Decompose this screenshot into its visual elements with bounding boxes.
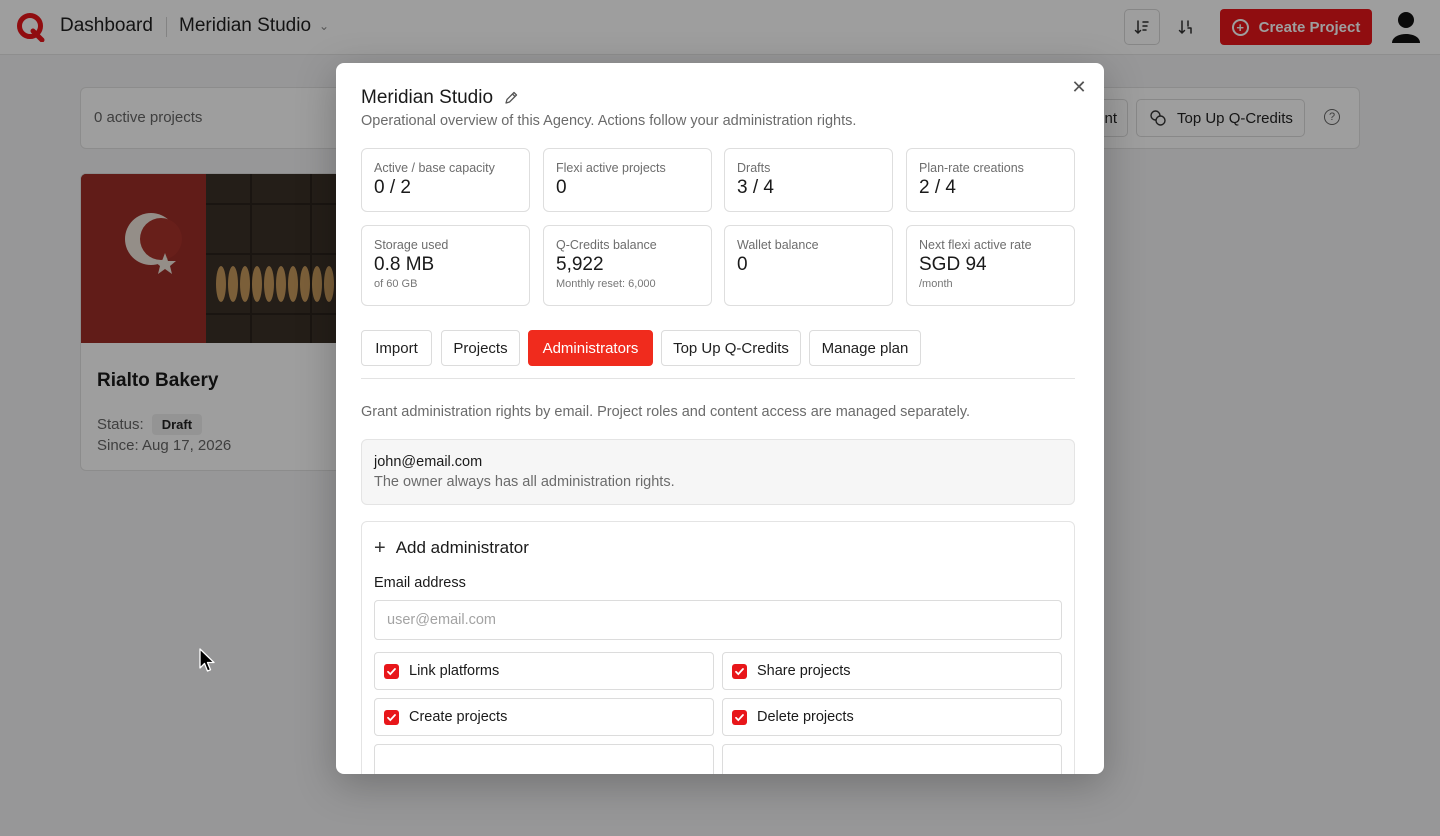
- stat-card-storage: Storage used 0.8 MB of 60 GB: [361, 225, 530, 306]
- checkbox-checked-icon[interactable]: [732, 663, 747, 679]
- stat-card-flexi-rate: Next flexi active rate SGD 94 /month: [906, 225, 1075, 306]
- stat-card-flexi-active: Flexi active projects 0: [543, 148, 712, 212]
- stat-card-q-credits: Q-Credits balance 5,922 Monthly reset: 6…: [543, 225, 712, 306]
- stat-label: Drafts: [737, 161, 771, 175]
- permission-label: Share projects: [757, 663, 851, 679]
- modal-title: Meridian Studio: [361, 87, 519, 109]
- permission-create-projects[interactable]: Create projects: [374, 698, 714, 736]
- permission-row-partial[interactable]: [374, 744, 714, 774]
- stat-note: Monthly reset: 6,000: [556, 278, 656, 290]
- owner-note: The owner always has all administration …: [374, 474, 675, 490]
- tab-manage-plan[interactable]: Manage plan: [809, 330, 921, 366]
- stat-value: 0 / 2: [374, 177, 411, 198]
- add-administrator-label: Add administrator: [395, 538, 529, 557]
- stat-value: 0: [556, 177, 567, 198]
- close-icon[interactable]: ✕: [1070, 78, 1088, 96]
- tab-divider: [361, 378, 1075, 379]
- email-address-input[interactable]: [374, 600, 1062, 640]
- permission-label: Link platforms: [409, 663, 500, 679]
- tab-import[interactable]: Import: [361, 330, 432, 366]
- tab-administrators[interactable]: Administrators: [528, 330, 653, 366]
- stat-value: 2 / 4: [919, 177, 956, 198]
- permission-row-partial[interactable]: [722, 744, 1062, 774]
- owner-email: john@email.com: [374, 454, 483, 470]
- tab-top-up-credits[interactable]: Top Up Q-Credits: [661, 330, 801, 366]
- owner-entry: john@email.com The owner always has all …: [361, 439, 1075, 505]
- stat-value: 0: [737, 254, 748, 275]
- stat-label: Q-Credits balance: [556, 238, 657, 252]
- email-address-label: Email address: [374, 575, 466, 591]
- checkbox-checked-icon[interactable]: [384, 663, 399, 679]
- permission-delete-projects[interactable]: Delete projects: [722, 698, 1062, 736]
- stat-label: Next flexi active rate: [919, 238, 1032, 252]
- stat-card-active-capacity: Active / base capacity 0 / 2: [361, 148, 530, 212]
- stat-label: Wallet balance: [737, 238, 819, 252]
- stat-card-drafts: Drafts 3 / 4: [724, 148, 893, 212]
- stat-card-plan-rate-creations: Plan-rate creations 2 / 4: [906, 148, 1075, 212]
- permission-label: Create projects: [409, 709, 508, 725]
- permission-link-platforms[interactable]: Link platforms: [374, 652, 714, 690]
- modal-subtitle: Operational overview of this Agency. Act…: [361, 113, 857, 129]
- stat-value: 0.8 MB: [374, 254, 435, 275]
- mouse-cursor-icon: [199, 648, 215, 672]
- stat-label: Plan-rate creations: [919, 161, 1024, 175]
- stat-note: /month: [919, 278, 953, 290]
- checkbox-checked-icon[interactable]: [732, 709, 747, 725]
- stat-value: SGD 94: [919, 254, 987, 275]
- checkbox-checked-icon[interactable]: [384, 709, 399, 725]
- agency-overview-modal: ✕ Meridian Studio Operational overview o…: [336, 63, 1104, 774]
- agency-title: Meridian Studio: [361, 87, 494, 108]
- stat-label: Storage used: [374, 238, 449, 252]
- stat-card-wallet: Wallet balance 0: [724, 225, 893, 306]
- administrators-description: Grant administration rights by email. Pr…: [361, 404, 971, 420]
- plus-icon: +: [374, 537, 386, 559]
- add-administrator-heading[interactable]: + Add administrator: [374, 538, 529, 558]
- permission-share-projects[interactable]: Share projects: [722, 652, 1062, 690]
- stat-label: Active / base capacity: [374, 161, 495, 175]
- add-administrator-panel: + Add administrator Email address Link p…: [361, 521, 1075, 774]
- edit-pencil-icon[interactable]: [503, 90, 519, 106]
- stat-value: 3 / 4: [737, 177, 774, 198]
- stat-label: Flexi active projects: [556, 161, 666, 175]
- stat-value: 5,922: [556, 254, 604, 275]
- permission-label: Delete projects: [757, 709, 854, 725]
- tab-projects[interactable]: Projects: [441, 330, 520, 366]
- stat-note: of 60 GB: [374, 278, 418, 290]
